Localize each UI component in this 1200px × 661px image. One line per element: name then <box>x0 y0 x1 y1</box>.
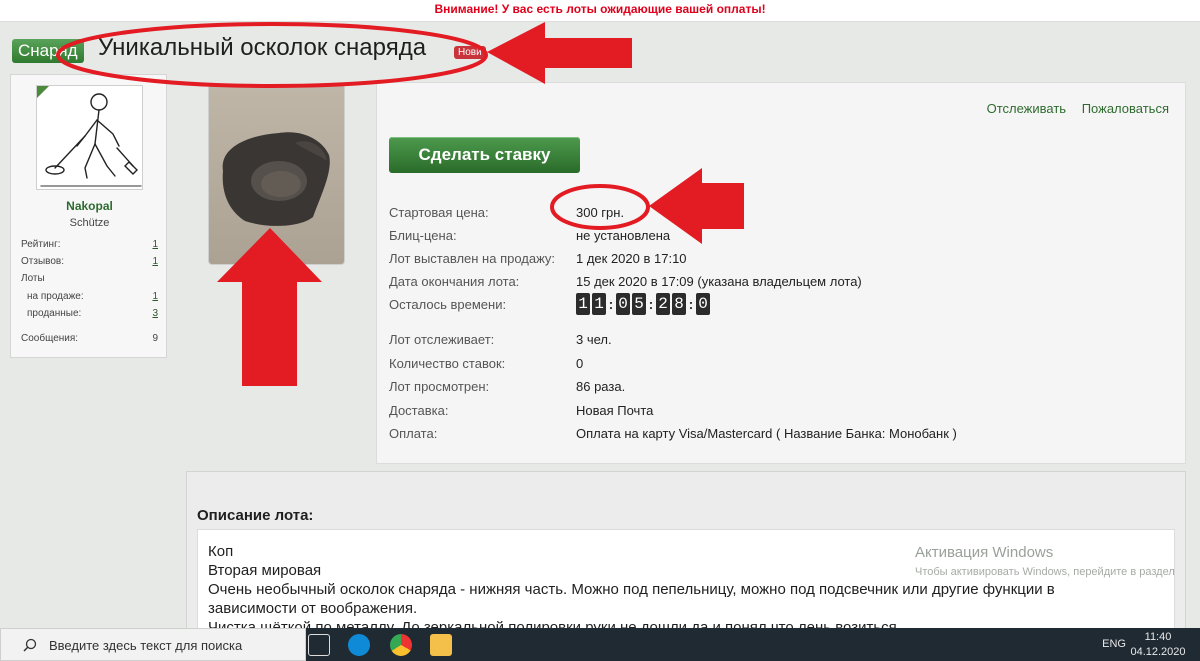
detail-value: 0 <box>576 356 584 371</box>
detail-blitz-price: Блиц-цена: не установлена <box>389 228 1169 246</box>
new-badge: Новй <box>454 46 486 59</box>
watch-link[interactable]: Отслеживать <box>987 101 1066 116</box>
timer-digit: 2 <box>656 293 670 315</box>
detail-value: Новая Почта <box>576 403 654 418</box>
thread-prefix-label[interactable]: Снаряд <box>12 39 84 63</box>
timer-digit: 5 <box>632 293 646 315</box>
payment-notice-bar: Внимание! У вас есть лоты ожидающие ваше… <box>0 0 1200 22</box>
detail-label: Доставка: <box>389 403 449 418</box>
stat-label: Рейтинг: <box>21 239 61 250</box>
detail-value: 15 дек 2020 в 17:09 (указана владельцем … <box>576 274 862 289</box>
language-indicator[interactable]: ENG <box>1102 638 1126 650</box>
detail-value: 300 грн. <box>576 205 625 220</box>
detail-label: Количество ставок: <box>389 356 506 371</box>
stat-on-sale: на продаже: 1 <box>21 291 158 305</box>
stat-messages: Сообщения: 9 <box>21 333 158 347</box>
detail-label: Лот выставлен на продажу: <box>389 251 556 266</box>
detail-value: 1 дек 2020 в 17:10 <box>576 251 687 266</box>
stat-value-link[interactable]: 3 <box>152 308 158 319</box>
detail-start-price: Стартовая цена: 300 грн. <box>389 205 1169 223</box>
search-icon <box>23 638 37 652</box>
windows-activation-hint: Чтобы активировать Windows, перейдите в … <box>915 566 1175 578</box>
detail-views: Лот просмотрен: 86 раза. <box>389 379 1169 397</box>
task-view-icon[interactable] <box>308 634 330 656</box>
description-title: Описание лота: <box>197 507 314 524</box>
stick-figure-digger-icon <box>40 93 142 187</box>
description-line: Очень необычный осколок снаряда - нижняя… <box>208 581 1055 598</box>
detail-value: 3 чел. <box>576 332 612 347</box>
stat-value-link[interactable]: 1 <box>152 239 158 250</box>
detail-value: не установлена <box>576 228 671 243</box>
stat-reviews: Отзывов: 1 <box>21 256 158 270</box>
skype-icon[interactable] <box>348 634 370 656</box>
stat-label: Отзывов: <box>21 256 64 267</box>
detail-listed: Лот выставлен на продажу: 1 дек 2020 в 1… <box>389 251 1169 269</box>
chrome-icon[interactable] <box>390 634 412 656</box>
timer-separator: : <box>688 296 694 312</box>
taskbar-search-box[interactable]: Введите здесь текст для поиска <box>0 628 306 661</box>
detail-delivery: Доставка: Новая Почта <box>389 403 1169 421</box>
detail-end-date: Дата окончания лота: 15 дек 2020 в 17:09… <box>389 274 1169 292</box>
stat-value-link[interactable]: 1 <box>152 291 158 302</box>
windows-taskbar: Введите здесь текст для поиска ENG 11:40… <box>0 628 1200 661</box>
stat-label: Лоты <box>21 273 45 284</box>
detail-label: Лот отслеживает: <box>389 332 495 347</box>
stat-value-link[interactable]: 1 <box>152 256 158 267</box>
shell-fragment-image <box>222 132 330 226</box>
timer-digit: 1 <box>576 293 590 315</box>
file-explorer-icon[interactable] <box>430 634 452 656</box>
windows-activation-watermark: Активация Windows <box>915 544 1054 561</box>
detail-label: Лот просмотрен: <box>389 379 490 394</box>
lot-actions: Отслеживать Пожаловаться <box>975 101 1169 116</box>
timer-digit: 0 <box>696 293 710 315</box>
description-line: зависимости от воображения. <box>208 600 418 617</box>
search-placeholder: Введите здесь текст для поиска <box>49 638 243 653</box>
report-link[interactable]: Пожаловаться <box>1082 101 1169 116</box>
detail-label: Оплата: <box>389 426 438 441</box>
lot-photo[interactable] <box>208 84 345 265</box>
detail-bids: Количество ставок: 0 <box>389 356 1169 374</box>
detail-watchers: Лот отслеживает: 3 чел. <box>389 332 1169 350</box>
detail-label: Осталось времени: <box>389 297 507 312</box>
lot-info-panel: Отслеживать Пожаловаться Сделать ставку … <box>376 82 1186 464</box>
timer-separator: : <box>648 296 654 312</box>
username[interactable]: Nakopal <box>11 199 168 213</box>
stat-sold: проданные: 3 <box>21 308 158 322</box>
clock-date[interactable]: 04.12.2020 <box>1130 646 1186 658</box>
detail-label: Блиц-цена: <box>389 228 457 243</box>
detail-value: Оплата на карту Visa/Mastercard ( Назван… <box>576 426 957 441</box>
detail-label: Стартовая цена: <box>389 205 489 220</box>
user-card: Nakopal Schütze Рейтинг: 1 Отзывов: 1 Ло… <box>10 74 167 358</box>
stat-rating: Рейтинг: 1 <box>21 239 158 253</box>
user-title: Schütze <box>69 217 110 229</box>
timer-digit: 8 <box>672 293 686 315</box>
stat-label: проданные: <box>27 308 82 319</box>
countdown-timer: 1 1 : 0 5 : 2 8 : 0 <box>576 293 710 315</box>
detail-value: 86 раза. <box>576 379 626 394</box>
place-bid-button[interactable]: Сделать ставку <box>389 137 580 173</box>
stat-lots: Лоты <box>21 273 158 287</box>
timer-digit: 1 <box>592 293 606 315</box>
stat-value: 9 <box>152 333 158 344</box>
detail-time-left: Осталось времени: 1 1 : 0 5 : 2 8 : 0 <box>389 293 1169 315</box>
detail-payment: Оплата: Оплата на карту Visa/Mastercard … <box>389 426 1169 444</box>
clock-time[interactable]: 11:40 <box>1130 631 1186 643</box>
detail-label: Дата окончания лота: <box>389 274 520 289</box>
stat-label: на продаже: <box>27 291 84 302</box>
stat-label: Сообщения: <box>21 333 79 344</box>
payment-notice-text: Внимание! У вас есть лоты ожидающие ваше… <box>434 2 766 16</box>
timer-digit: 0 <box>616 293 630 315</box>
avatar[interactable] <box>36 85 143 190</box>
timer-separator: : <box>608 296 614 312</box>
online-indicator <box>37 86 49 98</box>
thread-title: Уникальный осколок снаряда <box>98 34 427 61</box>
